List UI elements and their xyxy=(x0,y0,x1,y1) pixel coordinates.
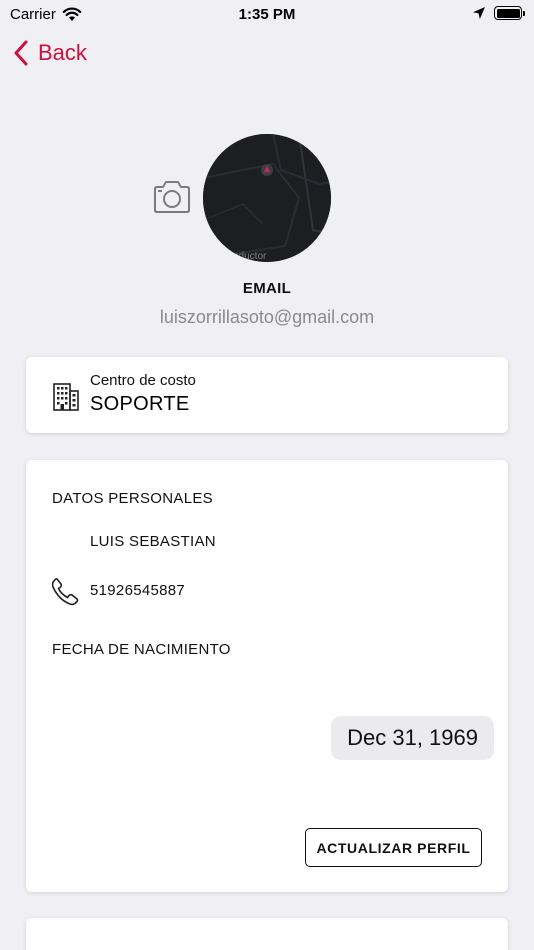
change-photo-button[interactable] xyxy=(152,180,192,219)
update-profile-button[interactable]: ACTUALIZAR PERFIL xyxy=(305,828,482,867)
status-time: 1:35 PM xyxy=(238,6,296,23)
cost-center-card: Centro de costo SOPORTE xyxy=(26,357,508,433)
building-icon xyxy=(53,383,79,411)
location-arrow-icon xyxy=(473,7,485,19)
profile-header: nductor EMAIL luiszorrillasoto@gmail.com xyxy=(0,134,534,328)
birth-date-label: FECHA DE NACIMIENTO xyxy=(52,641,231,658)
cost-center-label: Centro de costo xyxy=(90,372,196,389)
battery-icon xyxy=(494,6,525,20)
status-bar: Carrier 1:35 PM xyxy=(0,0,534,30)
phone-icon xyxy=(51,578,79,606)
birth-date-picker[interactable]: Dec 31, 1969 xyxy=(331,716,494,760)
status-right xyxy=(472,6,525,20)
cost-center-value: SOPORTE xyxy=(90,393,190,415)
back-label: Back xyxy=(38,40,87,65)
map-thumbnail: nductor xyxy=(203,134,331,262)
phone-value: 51926545887 xyxy=(90,582,186,599)
map-caption: nductor xyxy=(233,251,267,262)
name-value: LUIS SEBASTIAN xyxy=(90,533,216,550)
personal-data-title: DATOS PERSONALES xyxy=(52,490,213,507)
back-button[interactable]: Back xyxy=(14,40,87,66)
camera-icon xyxy=(154,181,190,213)
chevron-left-icon xyxy=(14,40,28,66)
avatar[interactable]: nductor xyxy=(203,134,331,262)
email-label: EMAIL xyxy=(242,280,292,297)
email-value: luiszorrillasoto@gmail.com xyxy=(159,307,375,327)
personal-data-card: DATOS PERSONALES LUIS SEBASTIAN 51926545… xyxy=(26,460,508,892)
next-card xyxy=(26,918,508,950)
